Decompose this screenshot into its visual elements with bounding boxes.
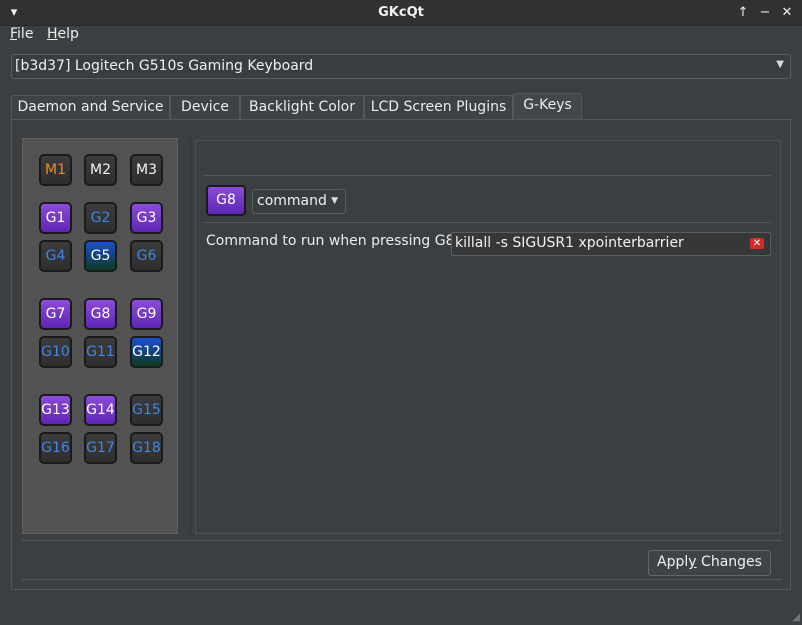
menu-help[interactable]: Help [47,26,79,42]
divider [22,579,782,580]
chevron-down-icon: ▼ [776,59,784,70]
mode-select-value: command [257,193,327,209]
key-g10[interactable]: G10 [39,336,72,368]
key-g6[interactable]: G6 [130,240,163,272]
key-g12[interactable]: G12 [130,336,163,368]
device-select-value: [b3d37] Logitech G510s Gaming Keyboard [15,58,314,74]
device-select[interactable]: [b3d37] Logitech G510s Gaming Keyboard ▼ [11,54,791,79]
command-label: Command to run when pressing G8: [206,233,460,249]
key-g15[interactable]: G15 [130,394,163,426]
tab-daemon-and-service[interactable]: Daemon and Service [11,95,170,120]
key-g2[interactable]: G2 [84,202,117,234]
divider [203,222,771,223]
key-g8[interactable]: G8 [84,298,117,330]
command-input[interactable]: killall -s SIGUSR1 xpointerbarrier ✕ [451,232,771,256]
tab-device[interactable]: Device [170,95,240,120]
tab-g-keys[interactable]: G-Keys [513,93,582,120]
maximize-icon[interactable]: ↑ [733,3,753,23]
tab-backlight-color[interactable]: Backlight Color [240,95,364,120]
key-g14[interactable]: G14 [84,394,117,426]
title-bar: ▾ GKcQt ↑ − ✕ [0,0,802,26]
key-g16[interactable]: G16 [39,432,72,464]
key-grid: M1 M2 M3 G1 G2 G3 G4 G5 G6 G7 G8 G9 G10 G11 G12 G13 G14 G… [22,138,178,534]
key-g18[interactable]: G18 [130,432,163,464]
command-input-value: killall -s SIGUSR1 xpointerbarrier [455,235,684,251]
key-g17[interactable]: G17 [84,432,117,464]
key-g13[interactable]: G13 [39,394,72,426]
key-m1[interactable]: M1 [39,154,72,186]
splitter-handle[interactable] [190,138,194,534]
g-keys-panel: M1 M2 M3 G1 G2 G3 G4 G5 G6 G7 G8 G9 G10 G11 G12 G13 G14 G… [11,119,791,590]
apply-changes-button[interactable]: Apply Changes [648,550,771,576]
mode-select[interactable]: command ▼ [252,189,346,214]
key-g9[interactable]: G9 [130,298,163,330]
window-title: GKcQt [378,5,424,20]
menu-bar: File Help [0,26,802,48]
key-g7[interactable]: G7 [39,298,72,330]
resize-grip-icon[interactable]: ◢ [792,612,800,623]
key-g11[interactable]: G11 [84,336,117,368]
key-g3[interactable]: G3 [130,202,163,234]
tab-lcd-screen-plugins[interactable]: LCD Screen Plugins [364,95,513,120]
key-g5[interactable]: G5 [84,240,117,272]
key-m3[interactable]: M3 [130,154,163,186]
divider [203,175,771,176]
minimize-icon[interactable]: − [755,3,775,23]
close-icon[interactable]: ✕ [777,3,797,23]
key-g4[interactable]: G4 [39,240,72,272]
menu-file[interactable]: File [10,26,33,42]
chevron-down-icon: ▼ [331,196,338,206]
key-g1[interactable]: G1 [39,202,72,234]
key-m2[interactable]: M2 [84,154,117,186]
clear-icon[interactable]: ✕ [750,238,764,249]
divider [22,540,782,541]
key-config-area: G8 command ▼ Command to run when pressin… [195,140,781,534]
current-key-button[interactable]: G8 [206,185,246,216]
